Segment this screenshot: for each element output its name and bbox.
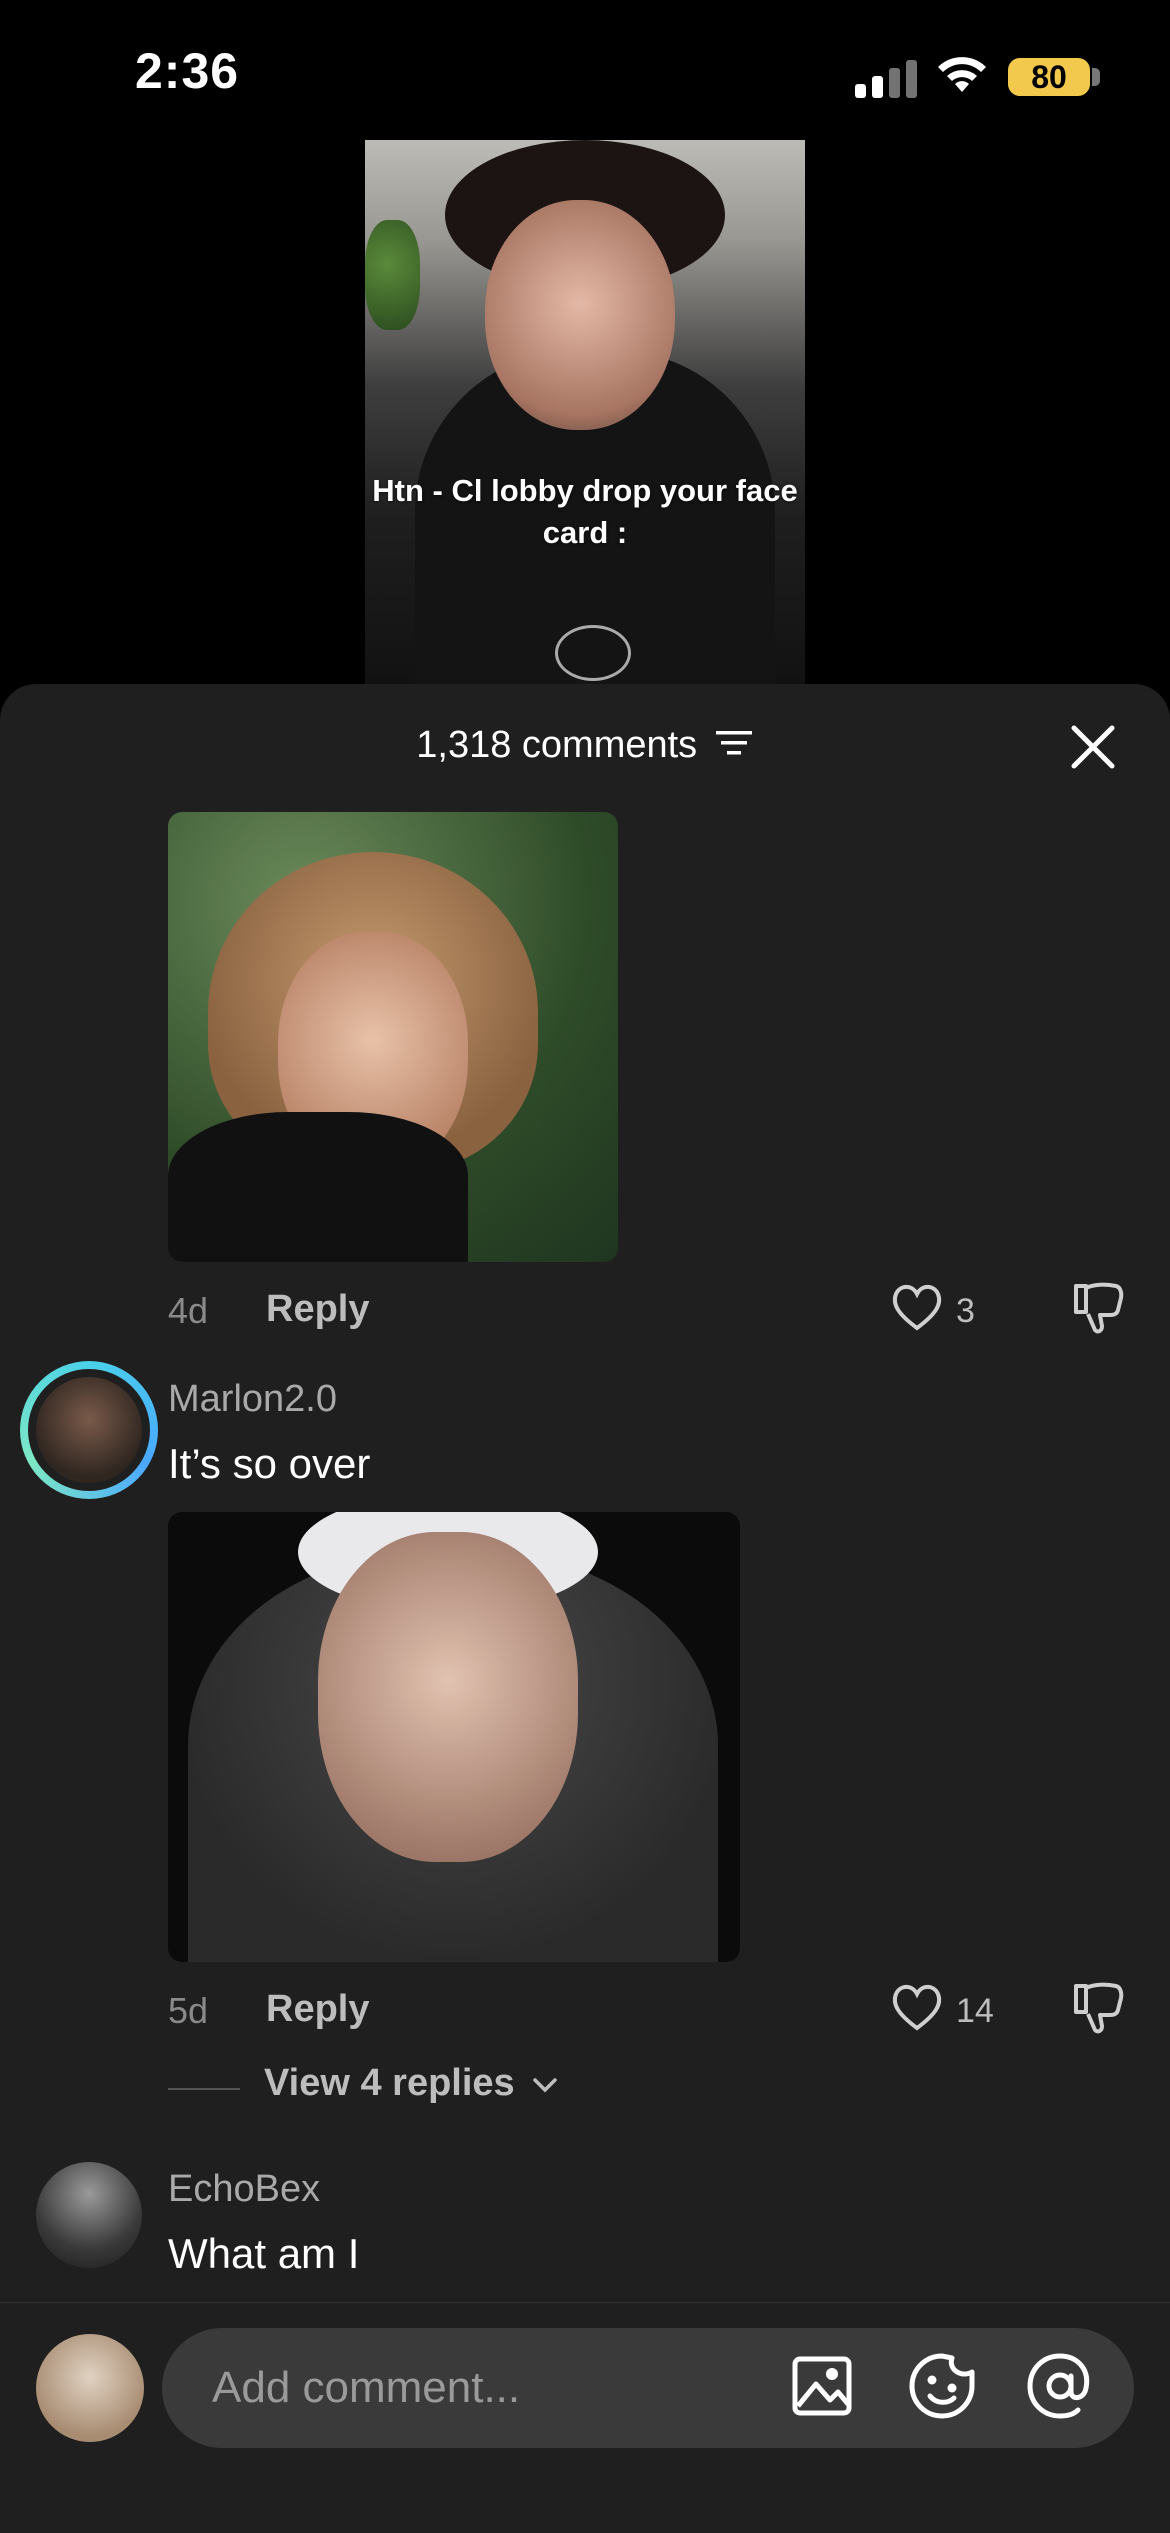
like-count: 3: [956, 1292, 975, 1330]
avatar[interactable]: [20, 1361, 158, 1499]
view-replies-label: View 4 replies: [264, 2062, 515, 2104]
comment-placeholder[interactable]: Add comment...: [212, 2363, 520, 2413]
battery-tip: [1092, 68, 1100, 86]
like-count: 14: [956, 1992, 994, 2030]
comment-text: It’s so over: [168, 1440, 371, 1487]
video-preview[interactable]: [365, 140, 805, 685]
like-icon[interactable]: [890, 1982, 944, 2037]
video-caption: Htn - Cl lobby drop your face card :: [372, 473, 798, 550]
comment-time: 4d: [168, 1290, 209, 1331]
filter-icon[interactable]: [714, 725, 754, 768]
comments-header: 1,318 comments: [0, 724, 1170, 768]
comments-count: 1,318 comments: [416, 724, 698, 766]
reply-button[interactable]: Reply: [266, 1288, 369, 1331]
chevron-down-icon: [533, 2078, 557, 2093]
dislike-icon[interactable]: [1072, 1280, 1126, 1341]
wifi-icon: [935, 52, 989, 99]
comments-sheet: 1,318 comments 4d Reply 3 Marlon2.0 It’s…: [0, 684, 1170, 2532]
status-time: 2:36: [135, 43, 240, 99]
dislike-icon[interactable]: [1072, 1980, 1126, 2041]
video-logo: [555, 625, 631, 681]
view-replies-button[interactable]: View 4 replies: [264, 2062, 559, 2105]
signal-icon: [855, 58, 917, 98]
like-icon[interactable]: [890, 1282, 944, 1337]
comment-time: 5d: [168, 1990, 209, 2031]
comment-photo[interactable]: [168, 1512, 740, 1962]
mention-icon[interactable]: [1026, 2352, 1094, 2425]
battery-icon: 80: [1008, 58, 1090, 96]
image-icon[interactable]: [790, 2354, 854, 2423]
comment-username[interactable]: EchoBex: [168, 2168, 320, 2211]
emoji-icon[interactable]: [908, 2352, 976, 2425]
replies-divider: [168, 2088, 240, 2090]
comment-photo[interactable]: [168, 812, 618, 1262]
comment-text: What am I: [168, 2230, 360, 2277]
comment-username[interactable]: Marlon2.0: [168, 1378, 337, 1421]
avatar[interactable]: [36, 2162, 142, 2268]
close-icon[interactable]: [1068, 722, 1118, 772]
reply-button[interactable]: Reply: [266, 1988, 369, 2031]
user-avatar[interactable]: [36, 2334, 144, 2442]
